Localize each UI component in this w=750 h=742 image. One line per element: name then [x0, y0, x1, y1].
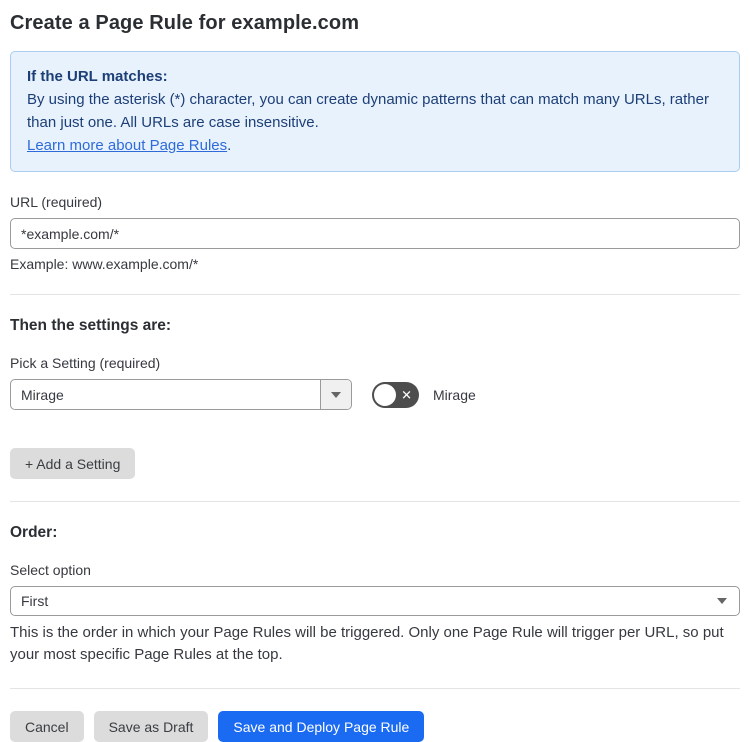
url-field-group: URL (required) Example: www.example.com/…	[10, 194, 740, 272]
setting-select-value: Mirage	[21, 386, 64, 403]
add-setting-button[interactable]: + Add a Setting	[10, 448, 136, 479]
divider	[10, 501, 740, 502]
divider	[10, 294, 740, 295]
setting-row: Mirage ✕ Mirage	[10, 379, 740, 410]
order-select[interactable]: First	[10, 586, 740, 616]
info-box-body: By using the asterisk (*) character, you…	[27, 91, 709, 131]
settings-section-heading: Then the settings are:	[10, 317, 172, 334]
pick-setting-label: Pick a Setting (required)	[10, 355, 161, 371]
toggle-off-x-icon: ✕	[401, 387, 412, 402]
chevron-down-icon	[331, 391, 341, 398]
setting-select-arrow-button[interactable]	[320, 380, 351, 409]
url-field-label: URL (required)	[10, 194, 103, 210]
toggle-knob	[374, 383, 396, 406]
save-and-deploy-button[interactable]: Save and Deploy Page Rule	[218, 711, 425, 742]
info-box-heading: If the URL matches:	[27, 68, 168, 85]
order-section-heading: Order:	[10, 524, 58, 541]
save-as-draft-button[interactable]: Save as Draft	[93, 711, 209, 742]
order-select-value: First	[21, 593, 49, 609]
order-helper-text: This is the order in which your Page Rul…	[10, 624, 724, 663]
settings-section: Then the settings are: Pick a Setting (r…	[10, 317, 740, 479]
page-title: Create a Page Rule for example.com	[10, 12, 360, 34]
order-section: Order: Select option First This is the o…	[10, 524, 740, 666]
cancel-button[interactable]: Cancel	[10, 711, 84, 742]
info-box-link-line: Learn more about Page Rules.	[27, 134, 723, 157]
setting-select[interactable]: Mirage	[10, 379, 352, 410]
url-match-info-box: If the URL matches: By using the asteris…	[10, 51, 740, 172]
link-suffix: .	[227, 137, 232, 154]
toggle-label: Mirage	[433, 386, 476, 403]
url-input[interactable]	[10, 218, 740, 249]
mirage-toggle[interactable]: ✕	[372, 381, 419, 408]
footer-actions: Cancel Save as Draft Save and Deploy Pag…	[10, 711, 740, 742]
url-field-helper: Example: www.example.com/*	[10, 256, 199, 272]
divider	[10, 688, 740, 689]
chevron-down-icon	[717, 598, 727, 604]
learn-more-link[interactable]: Learn more about Page Rules	[27, 137, 227, 154]
order-select-label: Select option	[10, 562, 91, 578]
